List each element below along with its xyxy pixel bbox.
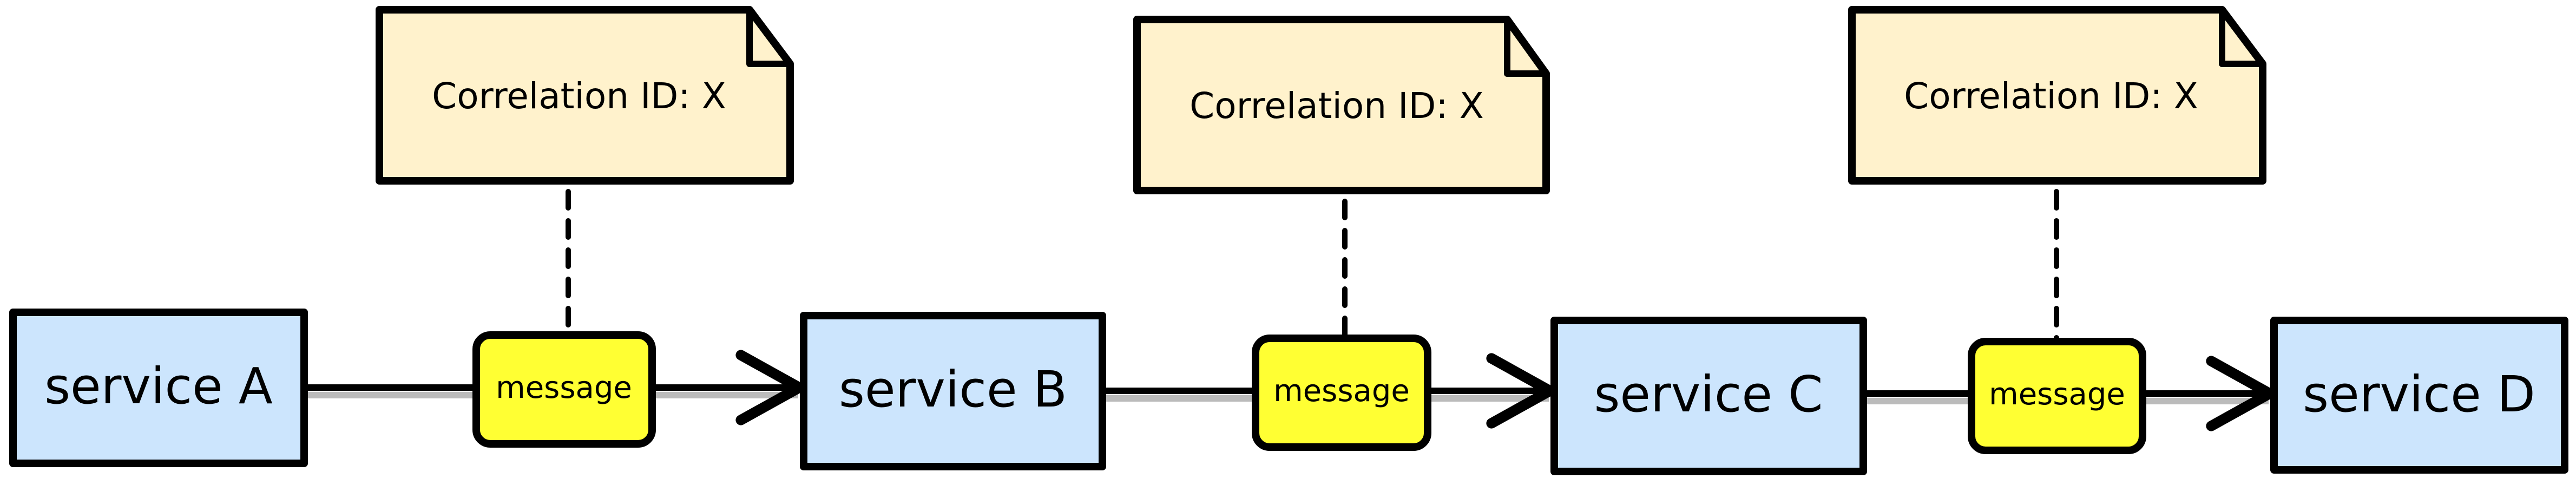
note-3[interactable]: Correlation ID: X <box>1848 6 2266 185</box>
note-2-text: Correlation ID: X <box>1190 85 1484 127</box>
message-box-2[interactable]: message <box>1252 335 1431 451</box>
note-1[interactable]: Correlation ID: X <box>376 6 794 185</box>
message-1-label: message <box>496 370 632 405</box>
note-2[interactable]: Correlation ID: X <box>1133 16 1550 194</box>
message-box-1[interactable]: message <box>472 331 656 448</box>
service-a-label: service A <box>44 357 273 415</box>
service-box-c[interactable]: service C <box>1550 317 1867 475</box>
note-3-text: Correlation ID: X <box>1904 75 2198 117</box>
message-box-3[interactable]: message <box>1968 338 2146 454</box>
message-2-label: message <box>1273 373 1410 409</box>
correlation-id-diagram: service A service B service C service D … <box>9 6 2568 475</box>
service-box-d[interactable]: service D <box>2270 317 2568 474</box>
service-box-a[interactable]: service A <box>9 309 308 467</box>
note-1-text: Correlation ID: X <box>432 75 726 117</box>
message-3-label: message <box>1989 377 2125 412</box>
service-d-label: service D <box>2303 365 2535 423</box>
service-box-b[interactable]: service B <box>800 312 1106 470</box>
service-c-label: service C <box>1594 365 1823 423</box>
service-b-label: service B <box>839 361 1067 418</box>
